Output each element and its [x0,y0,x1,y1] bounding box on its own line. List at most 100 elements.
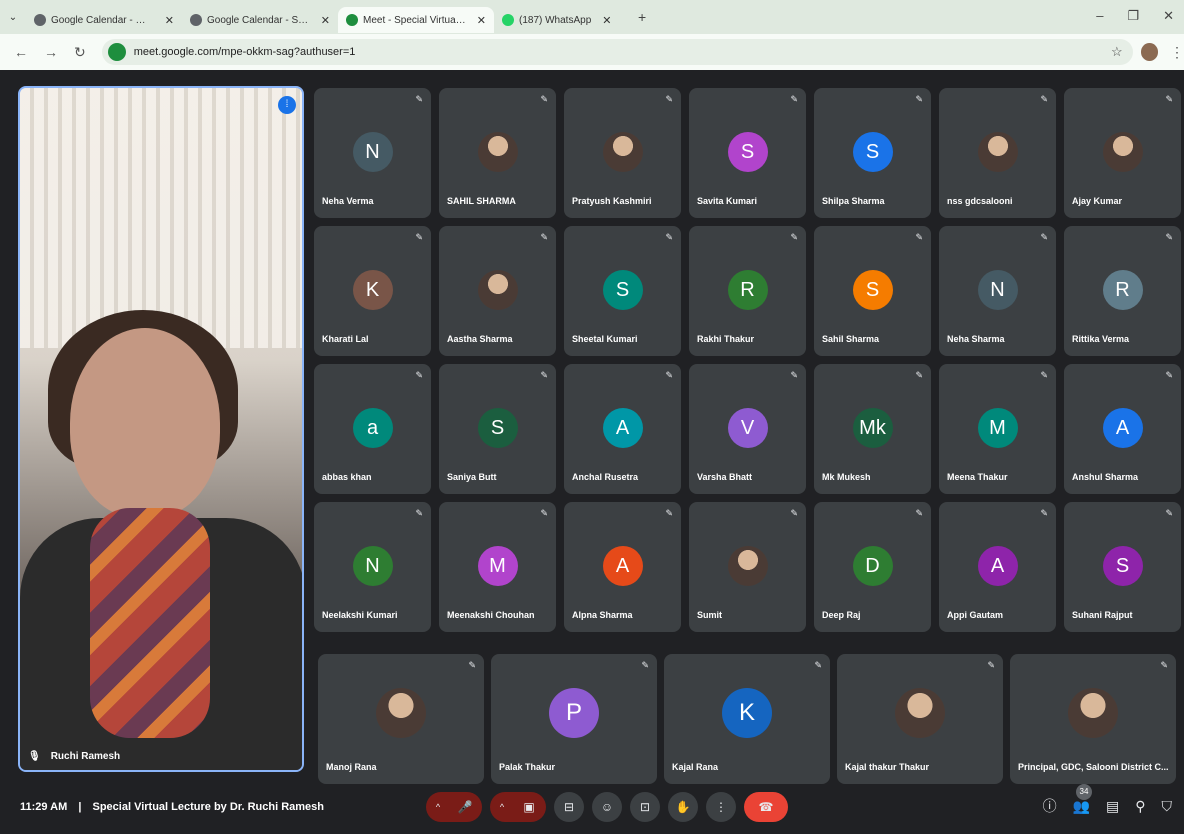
participant-tile[interactable]: ✎ S Savita Kumari [689,88,806,218]
chat-icon[interactable]: ▤ [1106,798,1119,815]
participant-name: Appi Gautam [947,610,1004,620]
participant-tile[interactable]: ✎ A Anchal Rusetra [564,364,681,494]
participant-tile[interactable]: ✎ a abbas khan [314,364,431,494]
meeting-bottom-bar: 11:29 AM | Special Virtual Lecture by Dr… [0,780,1184,834]
muted-mic-icon: ✎ [540,232,548,242]
browser-tab[interactable]: Meet - Special Virtual Lect ✕ [338,7,494,33]
emoji-reaction-button[interactable]: ☺ [592,792,622,822]
participant-initial-avatar: R [727,270,768,310]
participant-tile[interactable]: ✎ nss gdcsalooni [939,88,1056,218]
muted-mic-icon: ✎ [987,660,995,670]
participant-tile[interactable]: ✎ Ajay Kumar [1064,88,1181,218]
participant-tile[interactable]: ✎ N Neelakshi Kumari [314,502,431,632]
new-tab-button[interactable]: + [638,9,646,25]
participant-tile[interactable]: ✎ Principal, GDC, Salooni District C... [1010,654,1176,784]
meeting-info-icon[interactable]: ⓘ [1043,796,1057,816]
participant-name: Sahil Sharma [822,334,880,344]
bookmark-star-icon[interactable]: ☆ [1111,44,1123,60]
restore-icon[interactable]: ❐ [1127,8,1139,24]
participant-tile[interactable]: ✎ Kajal thakur Thakur [837,654,1003,784]
participant-tile[interactable]: ✎ S Sheetal Kumari [564,226,681,356]
people-icon[interactable]: 👥 [1073,798,1090,815]
muted-mic-icon: ✎ [540,370,548,380]
participant-name: Sheetal Kumari [572,334,638,344]
participant-tile[interactable]: ✎ S Shilpa Sharma [814,88,931,218]
tab-close-icon[interactable]: ✕ [321,14,330,27]
tab-favicon-icon [34,14,46,26]
tab-close-icon[interactable]: ✕ [165,14,174,27]
participant-name: Pratyush Kashmiri [572,196,652,206]
site-info-icon[interactable] [107,43,126,61]
tab-title: Meet - Special Virtual Lect [363,14,466,26]
minimize-icon[interactable]: – [1096,8,1103,24]
mic-off-button[interactable]: 🎤 [450,792,480,822]
muted-mic-icon: ✎ [1040,94,1048,104]
profile-avatar[interactable] [1140,43,1158,61]
participant-name: Savita Kumari [697,196,758,206]
video-settings-chevron-icon[interactable]: ^ [492,792,512,822]
participant-name: Palak Thakur [499,762,556,772]
tab-close-icon[interactable]: ✕ [602,14,611,27]
participant-tile[interactable]: ✎ Mk Mk Mukesh [814,364,931,494]
forward-icon[interactable]: → [44,44,58,61]
camera-off-button[interactable]: ▣ [514,792,544,822]
participant-tile[interactable]: ✎ V Varsha Bhatt [689,364,806,494]
browser-tab[interactable]: Google Calendar - Week of De ✕ [26,7,182,33]
meeting-details: 11:29 AM | Special Virtual Lecture by Dr… [0,801,324,813]
participant-initial-avatar: S [727,132,768,172]
participant-tile[interactable]: ✎ R Rittika Verma [1064,226,1181,356]
participant-tile[interactable]: ✎ M Meena Thakur [939,364,1056,494]
participant-tile[interactable]: ✎ S Sahil Sharma [814,226,931,356]
participant-tile[interactable]: ✎ S Suhani Rajput [1064,502,1181,632]
participant-tile[interactable]: ✎ K Kajal Rana [664,654,830,784]
back-icon[interactable]: ← [14,44,28,61]
participant-tile[interactable]: ✎ Pratyush Kashmiri [564,88,681,218]
participant-tile[interactable]: ✎ S Saniya Butt [439,364,556,494]
participant-tile[interactable]: ✎ P Palak Thakur [491,654,657,784]
captions-button[interactable]: ⊟ [554,792,584,822]
present-screen-button[interactable]: ⊡ [630,792,660,822]
muted-mic-icon: ✎ [415,508,423,518]
participant-name: Meena Thakur [947,472,1008,482]
participant-tile[interactable]: ✎ Sumit [689,502,806,632]
tab-search-icon[interactable]: ⌄ [0,12,26,23]
participant-tile[interactable]: ✎ D Deep Raj [814,502,931,632]
muted-mic-icon: ✎ [790,94,798,104]
browser-menu-icon[interactable]: ⋮ [1170,44,1184,61]
meeting-time: 11:29 AM [20,801,68,813]
participant-tile[interactable]: ✎ SAHIL SHARMA [439,88,556,218]
browser-tab[interactable]: Google Calendar - Saturday, D ✕ [182,7,338,33]
participant-tile[interactable]: ✎ A Alpna Sharma [564,502,681,632]
audio-settings-chevron-icon[interactable]: ^ [428,792,448,822]
participant-photo-avatar [727,546,768,586]
participant-tile[interactable]: ✎ K Kharati Lal [314,226,431,356]
activities-icon[interactable]: ⚲ [1135,798,1145,815]
participant-tile[interactable]: ✎ N Neha Sharma [939,226,1056,356]
participant-initial-avatar: A [602,408,643,448]
reload-icon[interactable]: ↻ [74,44,86,61]
raise-hand-button[interactable]: ✋ [668,792,698,822]
participant-tile[interactable]: ✎ Aastha Sharma [439,226,556,356]
participant-name: Sumit [697,610,723,620]
participant-tile[interactable]: ✎ M Meenakshi Chouhan [439,502,556,632]
more-options-button[interactable]: ⋮ [706,792,736,822]
presenter-video-tile[interactable]: ⁞ 🎙 Ruchi Ramesh [18,86,304,772]
tab-close-icon[interactable]: ✕ [477,14,486,27]
participant-photo-avatar [895,688,945,738]
participant-initial-avatar: A [1102,408,1143,448]
participant-tile[interactable]: ✎ A Anshul Sharma [1064,364,1181,494]
participant-name: Rittika Verma [1072,334,1130,344]
omnibox[interactable]: meet.google.com/mpe-okkm-sag?authuser=1 … [101,39,1133,65]
muted-mic-icon: ✎ [915,370,923,380]
host-controls-icon[interactable]: ⛉ [1162,798,1173,815]
browser-tab[interactable]: (187) WhatsApp ✕ [494,7,634,33]
participant-name: abbas khan [322,472,372,482]
participant-tile[interactable]: ✎ A Appi Gautam [939,502,1056,632]
close-window-icon[interactable]: ✕ [1163,8,1174,24]
leave-call-button[interactable]: ☎ [744,792,788,822]
participant-tile[interactable]: ✎ N Neha Verma [314,88,431,218]
participant-tile[interactable]: ✎ Manoj Rana [318,654,484,784]
participant-name: Alpna Sharma [572,610,633,620]
participant-initial-avatar: S [852,132,893,172]
participant-tile[interactable]: ✎ R Rakhi Thakur [689,226,806,356]
